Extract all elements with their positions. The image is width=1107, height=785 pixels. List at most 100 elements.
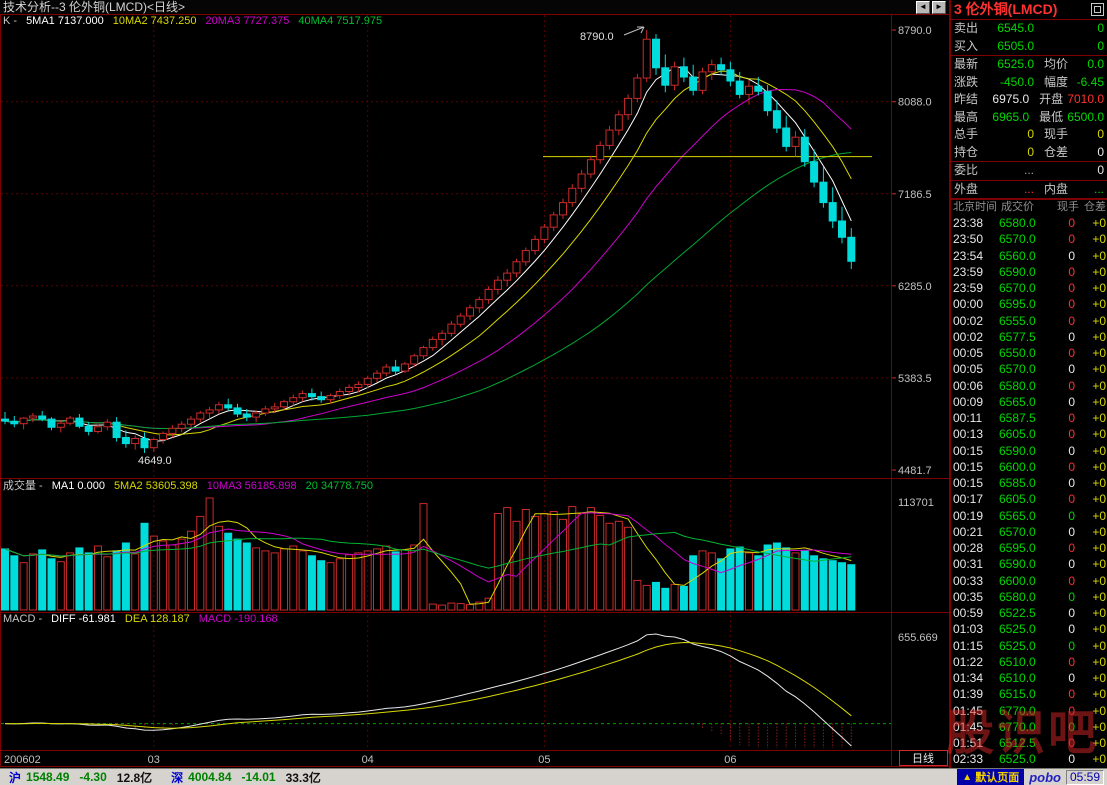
indicator-value: 成交量 - bbox=[3, 480, 43, 492]
svg-text:4649.0: 4649.0 bbox=[138, 455, 172, 467]
tape-row: 01:396515.00+0 bbox=[951, 686, 1107, 702]
indicator-value: DIFF -61.981 bbox=[51, 613, 116, 625]
tape-col-header: 仓差 bbox=[1079, 200, 1106, 215]
volume-ma-readout: 成交量 -MA1 0.0005MA2 53605.39810MA3 56185.… bbox=[3, 480, 382, 493]
quote-row: 昨结6975.0开盘7010.0 bbox=[951, 91, 1107, 109]
index-label: 深 bbox=[171, 769, 183, 785]
svg-text:8088.0: 8088.0 bbox=[898, 97, 932, 109]
quote-row: 最新6525.0均价0.0 bbox=[951, 56, 1107, 74]
tape-row: 01:226510.00+0 bbox=[951, 654, 1107, 670]
svg-text:04: 04 bbox=[362, 754, 374, 766]
tape-row: 23:506570.00+0 bbox=[951, 231, 1107, 247]
time-and-sales: 北京时间成交价现手仓差 23:386580.00+023:506570.00+0… bbox=[951, 199, 1107, 768]
panel-maximize-button[interactable] bbox=[1091, 3, 1104, 16]
macd-readout: MACD - DIFF -61.981 DEA 128.187 MACD -190.1… bbox=[3, 613, 287, 626]
index-change: -4.30 bbox=[79, 770, 106, 784]
tape-col-header: 北京时间 bbox=[953, 200, 1001, 215]
status-bar-right: ▲ 默认页面 pobo 05:59 bbox=[957, 769, 1107, 785]
status-bar: 沪1548.49-4.3012.8亿深4004.84-14.0133.3亿 ▲ … bbox=[0, 768, 1107, 785]
tape-row: 00:316590.00+0 bbox=[951, 556, 1107, 572]
indicator-value: K - bbox=[3, 15, 17, 27]
indicator-value: MACD - bbox=[3, 613, 42, 625]
quote-row: 卖出6545.00 bbox=[951, 20, 1107, 38]
tape-row: 01:036525.00+0 bbox=[951, 621, 1107, 637]
tape-row: 00:596522.50+0 bbox=[951, 605, 1107, 621]
quote-panel: 3 伦外铜(LMCD) 卖出6545.00买入6505.00最新6525.0均价… bbox=[950, 0, 1107, 768]
indicator-value: 5MA1 7137.000 bbox=[26, 15, 104, 27]
indicator-value: 20MA3 7727.375 bbox=[206, 15, 290, 27]
svg-text:06: 06 bbox=[724, 754, 736, 766]
index-value: 1548.49 bbox=[26, 770, 69, 784]
quote-row: 买入6505.00 bbox=[951, 38, 1107, 56]
tape-row: 00:176605.00+0 bbox=[951, 491, 1107, 507]
tape-row: 01:156525.00+0 bbox=[951, 638, 1107, 654]
indicator-value: MA1 0.000 bbox=[52, 480, 105, 492]
index-label: 沪 bbox=[9, 769, 21, 785]
indicator-value: 5MA2 53605.398 bbox=[114, 480, 198, 492]
quote-rows: 卖出6545.00买入6505.00最新6525.0均价0.0涨跌-450.0幅… bbox=[951, 20, 1107, 199]
tape-row: 00:156585.00+0 bbox=[951, 475, 1107, 491]
svg-text:7186.5: 7186.5 bbox=[898, 189, 932, 201]
tape-rows: 23:386580.00+023:506570.00+023:546560.00… bbox=[951, 215, 1107, 768]
default-page-button[interactable]: ▲ 默认页面 bbox=[957, 769, 1024, 785]
quote-panel-header: 3 伦外铜(LMCD) bbox=[951, 0, 1107, 20]
indicator-value: MACD -190.168 bbox=[199, 613, 278, 625]
tape-row: 23:546560.00+0 bbox=[951, 248, 1107, 264]
tape-col-header: 现手 bbox=[1051, 200, 1079, 215]
tape-row: 00:136605.00+0 bbox=[951, 426, 1107, 442]
index-value: 4004.84 bbox=[188, 770, 231, 784]
svg-text:4481.7: 4481.7 bbox=[898, 465, 932, 477]
tape-row: 02:336525.00+0 bbox=[951, 751, 1107, 767]
tape-row: 01:456770.00+0 bbox=[951, 703, 1107, 719]
quote-row: 外盘...内盘... bbox=[951, 181, 1107, 199]
index-amount: 33.3亿 bbox=[286, 769, 321, 785]
tape-row: 01:346510.00+0 bbox=[951, 670, 1107, 686]
app-window: 技术分析--3 伦外铜(LMCD)<日线> ◄ ► 8790.08088.071… bbox=[0, 0, 1107, 785]
quote-row: 最高6965.0最低6500.0 bbox=[951, 109, 1107, 127]
contract-title: 3 伦外铜(LMCD) bbox=[954, 1, 1057, 17]
tape-row: 00:116587.50+0 bbox=[951, 410, 1107, 426]
tape-row: 00:056570.00+0 bbox=[951, 361, 1107, 377]
tape-row: 00:066580.00+0 bbox=[951, 378, 1107, 394]
tape-row: 23:386580.00+0 bbox=[951, 215, 1107, 231]
svg-text:8790.0: 8790.0 bbox=[898, 25, 932, 37]
tape-row: 00:156600.00+0 bbox=[951, 459, 1107, 475]
tape-row: 00:336600.00+0 bbox=[951, 573, 1107, 589]
tape-row: 00:096565.00+0 bbox=[951, 394, 1107, 410]
tape-row: 00:356580.00+0 bbox=[951, 589, 1107, 605]
tape-row: 00:216570.00+0 bbox=[951, 524, 1107, 540]
tape-row: 00:026555.00+0 bbox=[951, 313, 1107, 329]
index-ticker: 沪1548.49-4.3012.8亿深4004.84-14.0133.3亿 bbox=[0, 769, 335, 785]
svg-text:113701: 113701 bbox=[898, 497, 934, 509]
svg-text:6285.0: 6285.0 bbox=[898, 281, 932, 293]
chart-canvas[interactable]: 8790.0 8088.0 7186.5 6285.0 5383.5 4481.7 1137… bbox=[0, 0, 950, 768]
price-ma-readout: K - 5MA1 7137.000 10MA2 7437.250 20MA3 7727… bbox=[3, 15, 391, 28]
svg-text:日线: 日线 bbox=[912, 751, 934, 765]
quote-row: 总手0现手0 bbox=[951, 126, 1107, 144]
quote-row: 持仓0仓差0 bbox=[951, 144, 1107, 162]
tape-row: 00:156590.00+0 bbox=[951, 443, 1107, 459]
tape-header: 北京时间成交价现手仓差 bbox=[951, 199, 1107, 215]
tape-row: 23:596570.00+0 bbox=[951, 280, 1107, 296]
brand-logo: pobo bbox=[1029, 770, 1061, 785]
svg-text:200602: 200602 bbox=[4, 754, 41, 766]
tape-row: 00:026577.50+0 bbox=[951, 329, 1107, 345]
indicator-value: 10MA2 7437.250 bbox=[113, 15, 197, 27]
tape-row: 00:006595.00+0 bbox=[951, 296, 1107, 312]
tape-row: 00:196565.00+0 bbox=[951, 508, 1107, 524]
page-label: 默认页面 bbox=[975, 769, 1019, 785]
index-change: -14.01 bbox=[242, 770, 276, 784]
indicator-value: 20 34778.750 bbox=[306, 480, 373, 492]
clock: 05:59 bbox=[1066, 770, 1104, 785]
indicator-value: 40MA4 7517.975 bbox=[298, 15, 382, 27]
tape-col-header: 成交价 bbox=[1001, 200, 1051, 215]
svg-text:05: 05 bbox=[538, 754, 550, 766]
warning-triangle-icon: ▲ bbox=[962, 772, 972, 783]
tape-row: 01:456770.00+0 bbox=[951, 719, 1107, 735]
svg-text:8790.0: 8790.0 bbox=[580, 31, 614, 43]
indicator-value: DEA 128.187 bbox=[125, 613, 190, 625]
svg-text:5383.5: 5383.5 bbox=[898, 373, 932, 385]
svg-text:655.669: 655.669 bbox=[898, 632, 938, 644]
tape-row: 00:056550.00+0 bbox=[951, 345, 1107, 361]
quote-row: 涨跌-450.0幅度-6.45 bbox=[951, 74, 1107, 92]
